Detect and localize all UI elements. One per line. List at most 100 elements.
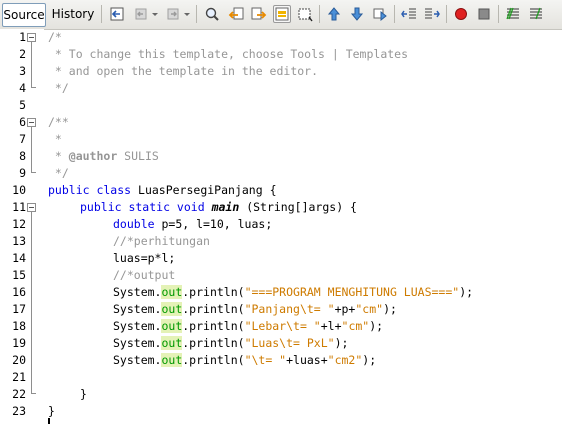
stop-macro-icon[interactable] — [475, 5, 493, 23]
find-next-icon[interactable] — [250, 5, 268, 23]
editor-toolbar: Source History — [0, 0, 562, 30]
code-text: ); — [362, 353, 377, 367]
code-line: public static void main (String[]args) { — [80, 199, 357, 216]
back-dropdown-icon[interactable] — [150, 5, 160, 23]
string-literal: "cm" — [341, 319, 370, 333]
javadoc-tag: @author — [68, 149, 118, 163]
comment-text: SULIS — [117, 149, 159, 163]
code-text: ); — [334, 336, 349, 350]
fold-collapse-icon[interactable] — [27, 203, 36, 212]
field-out: out — [161, 336, 183, 350]
fold-guide — [31, 42, 32, 87]
start-macro-icon[interactable] — [452, 5, 470, 23]
line-number: 13 — [12, 234, 26, 248]
string-literal: "cm2" — [327, 353, 363, 367]
line-number: 4 — [19, 81, 26, 95]
line-number: 12 — [12, 217, 26, 231]
code-line: /** — [48, 115, 69, 129]
code-line: luas=p*l; — [113, 251, 176, 265]
string-literal: "Luas\t= PxL" — [244, 336, 335, 350]
rect-selection-icon[interactable] — [296, 5, 314, 23]
next-bookmark-icon[interactable] — [348, 5, 366, 23]
field-out: out — [161, 285, 183, 299]
toolbar-separator — [394, 5, 395, 23]
line-number: 11 — [12, 200, 26, 214]
line-number: 1 — [19, 30, 26, 44]
comment-text: * — [48, 149, 69, 163]
toggle-bookmark-icon[interactable] — [371, 5, 389, 23]
find-selection-icon[interactable] — [203, 5, 221, 23]
code-text: .println( — [182, 302, 245, 316]
code-line: //*output — [113, 268, 176, 282]
code-line: System.out.println("Panjang\t= "+p+"cm")… — [113, 301, 397, 318]
toolbar-separator — [498, 5, 499, 23]
back-icon[interactable] — [132, 5, 150, 23]
forward-dropdown-icon[interactable] — [182, 5, 192, 23]
string-literal: "cm" — [355, 302, 384, 316]
last-edit-icon[interactable] — [108, 5, 126, 23]
code-text: +l+ — [320, 319, 342, 333]
line-number-gutter: 1 2 3 4 5 6 7 8 9 10 11 12 13 14 15 16 1… — [0, 29, 44, 422]
code-line: /* — [48, 30, 62, 44]
code-text: ); — [383, 302, 397, 316]
tab-source[interactable]: Source — [2, 3, 46, 27]
code-line: * @author SULIS — [48, 148, 159, 165]
text-caret — [48, 418, 50, 424]
line-number: 5 — [19, 98, 26, 112]
tab-history[interactable]: History — [50, 3, 96, 25]
line-number: 23 — [12, 404, 26, 418]
string-literal: "Panjang\t= " — [244, 302, 335, 316]
toolbar-separator — [446, 5, 447, 23]
code-text: LuasPersegiPanjang { — [131, 183, 277, 197]
string-literal: "\t= " — [244, 353, 287, 367]
code-text: System. — [113, 285, 162, 299]
code-text: p=5, l=10, luas; — [154, 217, 273, 231]
code-line: System.out.println("===PROGRAM MENGHITUN… — [113, 284, 473, 301]
line-number: 10 — [12, 183, 26, 197]
shift-right-icon[interactable] — [423, 5, 441, 23]
line-number: 16 — [12, 285, 26, 299]
fold-guide — [31, 212, 32, 393]
fold-guide — [31, 393, 36, 394]
code-text: +luas+ — [286, 353, 328, 367]
line-number: 17 — [12, 302, 26, 316]
code-text: System. — [113, 302, 162, 316]
fold-collapse-icon[interactable] — [27, 33, 36, 42]
line-number: 18 — [12, 319, 26, 333]
uncomment-icon[interactable] — [527, 5, 545, 23]
keyword: double — [113, 217, 155, 231]
code-line: public class LuasPersegiPanjang { — [48, 182, 277, 199]
field-out: out — [161, 319, 183, 333]
code-line: //*perhitungan — [113, 234, 210, 248]
toolbar-separator — [101, 5, 102, 23]
field-out: out — [161, 302, 183, 316]
code-editor[interactable]: /* * To change this template, choose Too… — [44, 29, 562, 424]
line-number: 8 — [19, 149, 26, 163]
code-line: * — [48, 132, 62, 146]
keyword: public static void — [80, 200, 205, 214]
code-line: } — [80, 387, 87, 401]
code-text: +p+ — [334, 302, 356, 316]
toolbar-separator — [196, 5, 197, 23]
line-number: 19 — [12, 336, 26, 350]
forward-icon[interactable] — [164, 5, 182, 23]
string-literal: "===PROGRAM MENGHITUNG LUAS===" — [244, 285, 460, 299]
comment-icon[interactable] — [504, 5, 522, 23]
field-out: out — [161, 353, 183, 367]
line-number: 14 — [12, 251, 26, 265]
previous-bookmark-icon[interactable] — [325, 5, 343, 23]
fold-guide — [31, 127, 32, 172]
code-line: System.out.println("Lebar\t= "+l+"cm"); — [113, 318, 383, 335]
line-number: 21 — [12, 370, 26, 384]
shift-left-icon[interactable] — [400, 5, 418, 23]
keyword: public class — [48, 183, 132, 197]
method-name: main — [211, 200, 240, 214]
code-text: .println( — [182, 319, 245, 333]
code-text: .println( — [182, 285, 245, 299]
line-number: 20 — [12, 353, 26, 367]
find-previous-icon[interactable] — [227, 5, 245, 23]
toggle-highlight-icon[interactable] — [273, 5, 291, 23]
fold-collapse-icon[interactable] — [27, 118, 36, 127]
line-number: 7 — [19, 132, 26, 146]
line-number: 2 — [19, 47, 26, 61]
